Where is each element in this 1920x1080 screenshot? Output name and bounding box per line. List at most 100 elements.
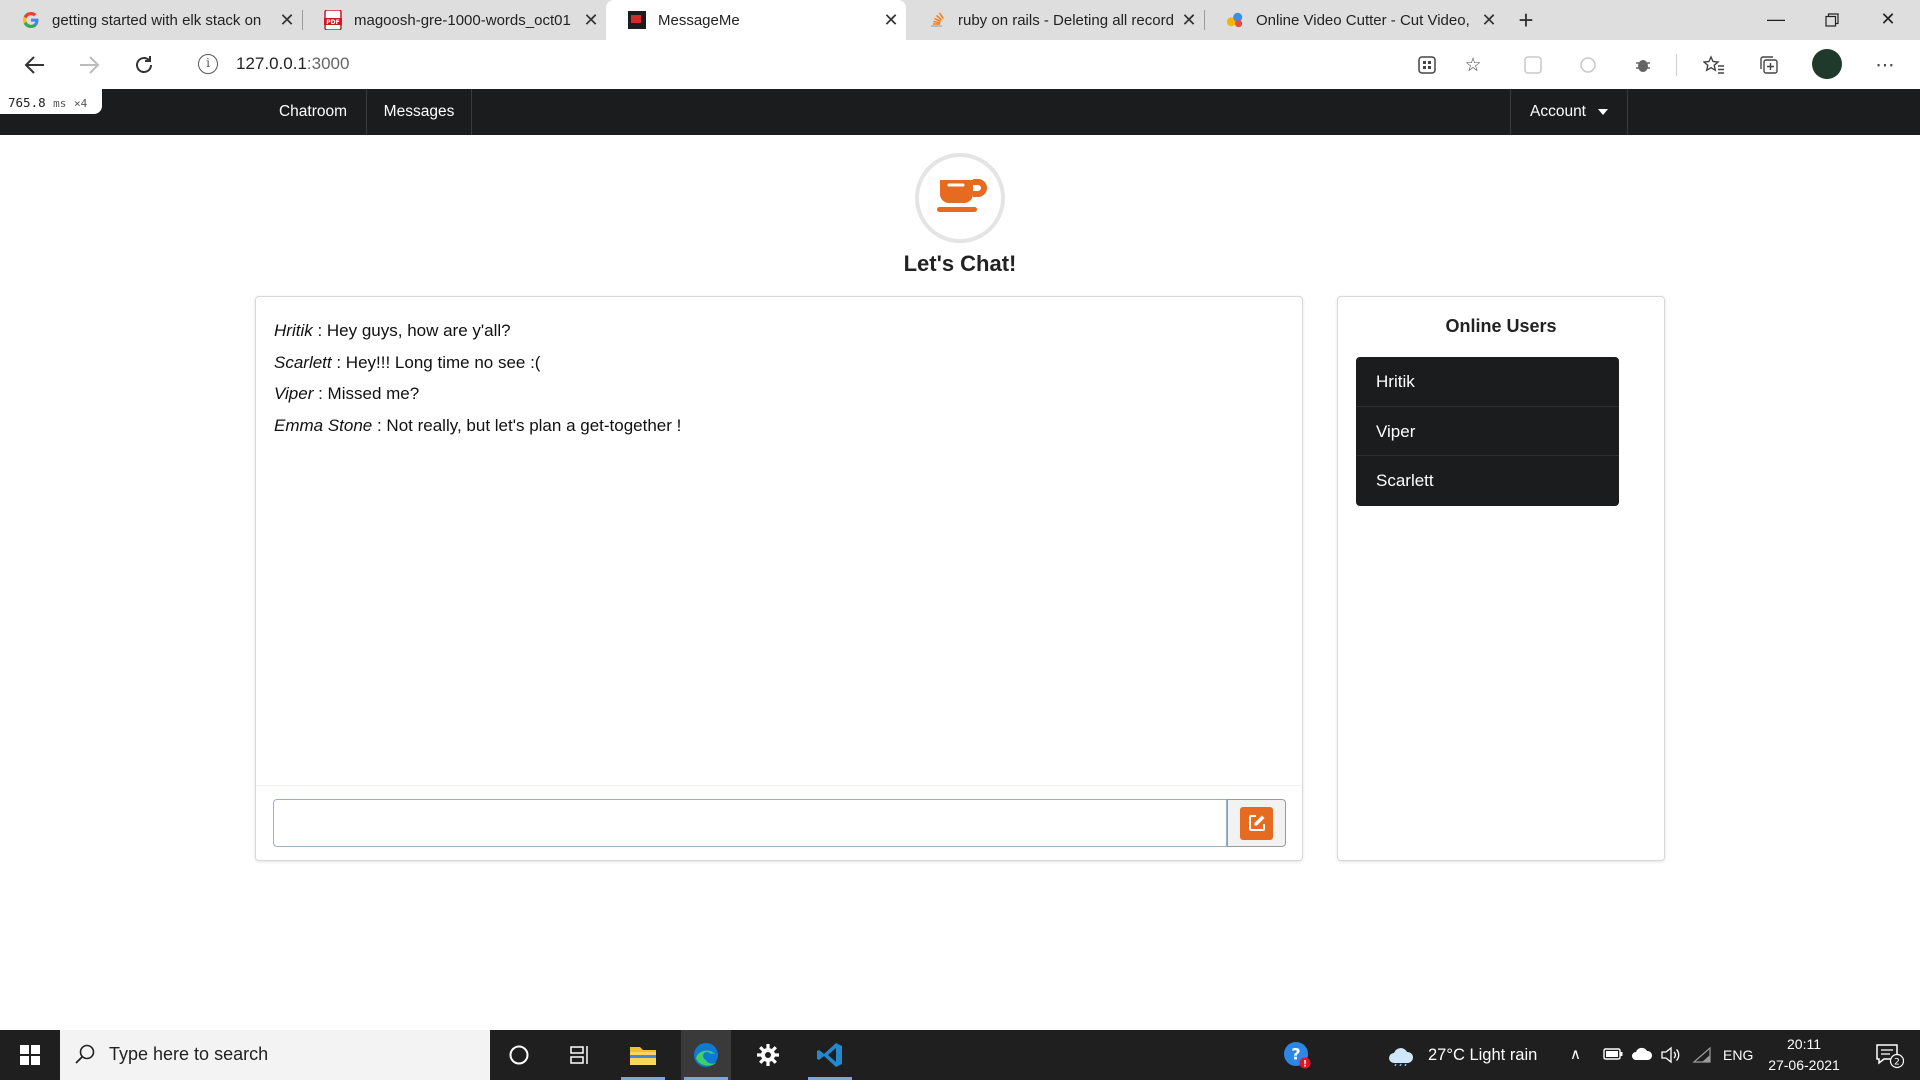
url-text: 127.0.0.1:3000 [236, 54, 350, 73]
browser-tab-strip: getting started with elk stack on ✕ PDF … [0, 0, 1920, 40]
message-item: Emma Stone : Not really, but let's plan … [274, 410, 1284, 442]
app-navbar: Chatroom Messages Account [0, 89, 1920, 135]
notification-count: 2 [1894, 1058, 1900, 1068]
app-favicon [628, 11, 646, 29]
svg-text:?: ? [1291, 1045, 1300, 1064]
profile-avatar[interactable] [1812, 49, 1842, 79]
message-composer [256, 785, 1302, 861]
browser-tab-active[interactable]: MessageMe ✕ [606, 0, 906, 40]
chat-panel: Hritik : Hey guys, how are y'all? Scarle… [255, 296, 1303, 861]
search-placeholder: Type here to search [109, 1044, 269, 1064]
browser-tab[interactable]: getting started with elk stack on ✕ [0, 0, 303, 40]
tab-title: Online Video Cutter - Cut Video, [1256, 11, 1470, 29]
svg-text:!: ! [1303, 1060, 1307, 1070]
site-info-icon[interactable]: i [198, 54, 218, 74]
minimize-icon[interactable]: — [1748, 0, 1804, 40]
send-message-button[interactable] [1227, 799, 1286, 847]
tab-title: ruby on rails - Deleting all record [958, 11, 1174, 29]
browser-toolbar: i 127.0.0.1:3000 ☆ ⋯ [0, 40, 1920, 89]
close-window-icon[interactable]: ✕ [1860, 0, 1916, 40]
browser-tab[interactable]: ruby on rails - Deleting all record ✕ [906, 0, 1205, 40]
windows-start-icon[interactable] [0, 1030, 60, 1080]
taskbar-search-box[interactable]: Type here to search [60, 1030, 490, 1080]
perf-badge: 765.8 ms ×4 [0, 89, 102, 114]
search-icon [74, 1043, 96, 1070]
nav-chatroom-link[interactable]: Chatroom [260, 89, 366, 135]
apps-grid-icon[interactable] [1414, 52, 1440, 78]
bug-icon[interactable] [1630, 52, 1656, 78]
browser-tab[interactable]: PDF magoosh-gre-1000-words_oct01 ✕ [302, 0, 606, 40]
windows-taskbar: Type here to search ?! 27°C Light rain ∧… [0, 1030, 1920, 1080]
message-author: Hritik [274, 321, 313, 340]
address-bar[interactable]: i 127.0.0.1:3000 [180, 46, 1480, 82]
tab-title: magoosh-gre-1000-words_oct01 [354, 11, 571, 29]
volume-icon[interactable] [1660, 1046, 1682, 1068]
nav-divider [471, 89, 472, 135]
notifications-icon[interactable]: 2 [1866, 1030, 1912, 1080]
file-explorer-icon[interactable] [618, 1030, 668, 1080]
reload-icon[interactable] [127, 48, 161, 82]
message-input[interactable] [273, 799, 1227, 847]
onedrive-cloud-icon[interactable] [1631, 1047, 1653, 1065]
online-user-item[interactable]: Hritik [1356, 357, 1619, 407]
weather-cloud-icon[interactable] [1381, 1030, 1421, 1080]
pdf-icon: PDF [324, 10, 342, 30]
message-author: Viper [274, 384, 314, 403]
coffee-cup-logo-icon [915, 153, 1005, 243]
favorites-icon[interactable] [1701, 52, 1727, 78]
perf-unit: ms [53, 97, 67, 110]
page-title: Let's Chat! [903, 251, 1017, 276]
more-options-icon[interactable]: ⋯ [1872, 52, 1898, 78]
wifi-icon[interactable] [1692, 1046, 1712, 1067]
online-users-panel: Online Users Hritik Viper Scarlett [1337, 296, 1665, 861]
close-tab-icon[interactable]: ✕ [1474, 10, 1504, 31]
extension-icon[interactable] [1575, 52, 1601, 78]
account-dropdown[interactable]: Account [1511, 89, 1627, 135]
settings-gear-icon[interactable] [743, 1030, 793, 1080]
chevron-up-icon[interactable]: ∧ [1570, 1045, 1581, 1063]
back-icon[interactable] [18, 48, 52, 82]
cortana-icon[interactable] [494, 1030, 544, 1080]
google-g-icon [22, 11, 40, 29]
close-tab-icon[interactable]: ✕ [1174, 10, 1204, 31]
stackoverflow-icon [928, 11, 946, 29]
perf-value: 765.8 [8, 95, 46, 110]
message-item: Hritik : Hey guys, how are y'all? [274, 315, 1284, 347]
tab-title: MessageMe [658, 11, 740, 29]
edge-browser-icon[interactable] [681, 1030, 731, 1080]
close-tab-icon[interactable]: ✕ [576, 10, 606, 31]
close-tab-icon[interactable]: ✕ [272, 10, 302, 31]
edit-pencil-icon [1240, 806, 1273, 840]
browser-tab[interactable]: Online Video Cutter - Cut Video, ✕ [1204, 0, 1504, 40]
message-item: Viper : Missed me? [274, 378, 1284, 410]
tab-title: getting started with elk stack on [52, 11, 262, 29]
message-author: Emma Stone [274, 415, 373, 435]
clock-date: 27-06-2021 [1768, 1057, 1840, 1073]
message-text: : Missed me? [313, 384, 420, 403]
message-text: : Hey guys, how are y'all? [312, 321, 511, 340]
nav-divider [1627, 89, 1628, 135]
online-users-list: Hritik Viper Scarlett [1356, 357, 1619, 506]
system-clock[interactable]: 20:11 27-06-2021 [1756, 1034, 1852, 1076]
restore-window-icon[interactable] [1804, 0, 1860, 40]
online-users-title: Online Users [1445, 316, 1557, 336]
video-cutter-icon [1226, 11, 1244, 29]
toolbar-divider [1676, 54, 1677, 76]
language-indicator[interactable]: ENG [1723, 1030, 1753, 1080]
online-user-item[interactable]: Viper [1356, 407, 1619, 456]
weather-text[interactable]: 27°C Light rain [1428, 1030, 1552, 1080]
online-user-item[interactable]: Scarlett [1356, 456, 1619, 506]
battery-icon[interactable] [1603, 1047, 1623, 1065]
add-favorite-icon[interactable]: ☆ [1460, 52, 1486, 78]
message-list: Hritik : Hey guys, how are y'all? Scarle… [274, 315, 1284, 441]
new-tab-plus-icon[interactable]: + [1512, 0, 1540, 40]
extension-icon[interactable] [1520, 52, 1546, 78]
help-icon[interactable]: ?! [1272, 1030, 1322, 1080]
vscode-icon[interactable] [805, 1030, 855, 1080]
close-tab-icon[interactable]: ✕ [876, 10, 906, 31]
task-view-icon[interactable] [555, 1030, 605, 1080]
nav-messages-link[interactable]: Messages [367, 89, 471, 135]
collections-icon[interactable] [1757, 52, 1783, 78]
forward-icon[interactable] [72, 48, 106, 82]
svg-text:PDF: PDF [326, 19, 339, 26]
